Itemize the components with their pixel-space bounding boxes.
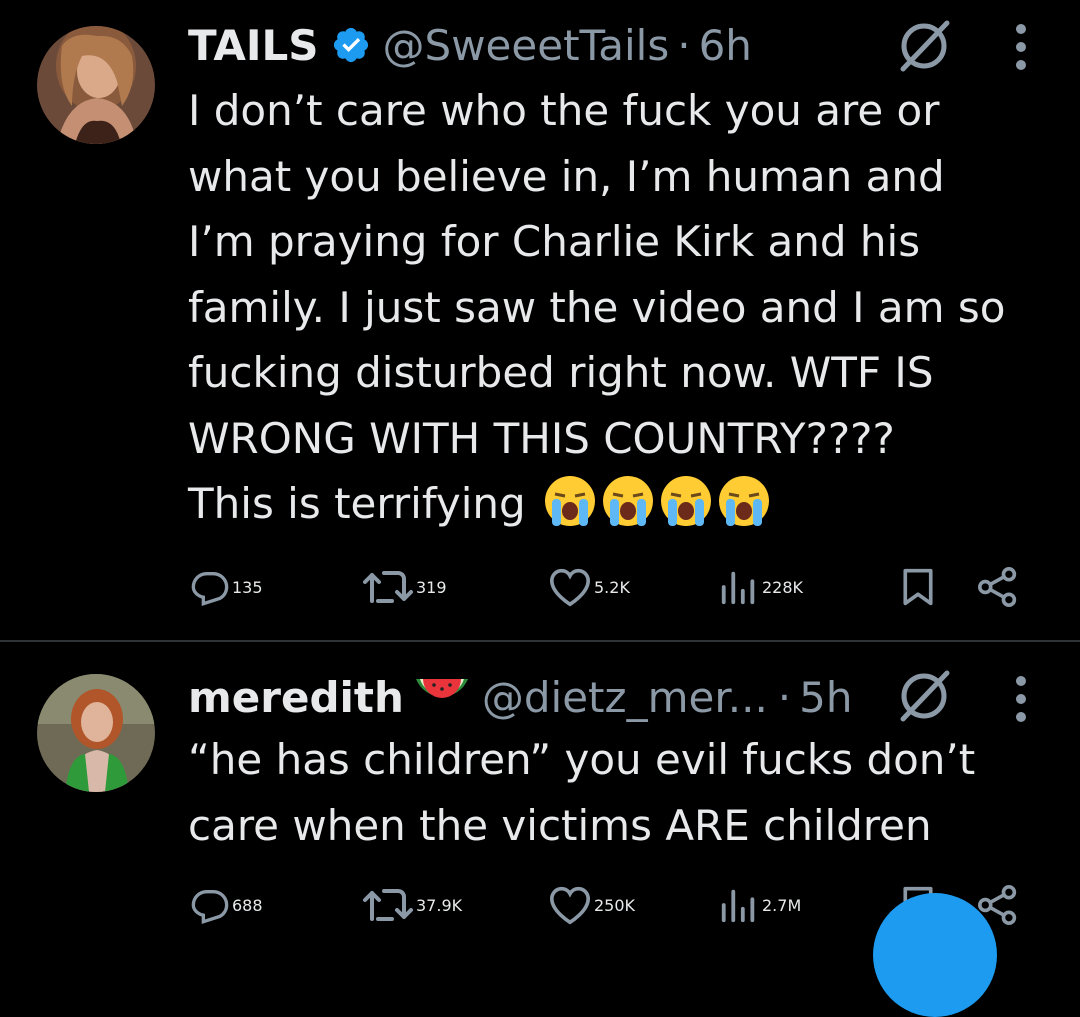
reply-button[interactable]: 688 [190,885,263,925]
reply-count: 135 [232,577,263,597]
watermelon-icon [414,675,470,719]
share-button[interactable] [976,567,1020,607]
tweet-text-line: care when the victims ARE children [188,800,932,850]
tweet-text-line: “he has children” you evil fucks don’t [188,735,976,784]
share-icon [978,567,1017,607]
tweet-1[interactable]: TAILS @SweeetTails · 6h I don’t care who… [0,0,1080,640]
reply-icon [191,572,229,606]
display-name[interactable]: meredith [188,673,404,722]
repost-icon [363,889,413,921]
crying-face-icon [717,474,771,528]
tweet-text-line: I don’t care who the fuck you are or [188,86,940,135]
compose-button[interactable] [873,893,997,1017]
views-button[interactable]: 228K [718,567,803,607]
avatar[interactable] [37,26,155,144]
tweet-header: meredith @dietz_mer... · 5h [188,672,853,722]
repost-button[interactable]: 319 [362,567,447,607]
separator-dot: · [777,672,792,722]
crying-face-icon [543,474,597,528]
views-count: 228K [762,577,804,597]
timestamp[interactable]: 5h [799,673,852,722]
reply-button[interactable]: 135 [190,567,263,607]
crying-face-icon [659,474,713,528]
tweet-text-line-last: This is terrifying [188,471,1005,537]
bookmark-button[interactable] [900,567,936,607]
like-icon [549,568,591,607]
tweet-text-line: what you believe in, I’m human and [188,151,945,201]
views-icon [721,889,755,923]
repost-count: 319 [416,577,447,597]
user-handle[interactable]: @dietz_mer... [482,673,768,722]
repost-button[interactable]: 37.9K [362,885,462,925]
tweet-header: TAILS @SweeetTails · 6h [188,20,752,70]
repost-icon [363,571,413,603]
reply-icon [191,890,229,924]
like-count: 250K [594,895,636,915]
separator-dot: · [677,20,691,70]
like-count: 5.2K [594,577,630,597]
more-icon[interactable] [1013,674,1029,724]
tweet-text: I don’t care who the fuck you are or wha… [188,78,1005,537]
display-name[interactable]: TAILS [188,21,319,70]
tweet-text-line: family. I just saw the video and I am so [188,282,1006,332]
views-icon [721,571,755,605]
like-button[interactable]: 250K [548,885,635,925]
like-button[interactable]: 5.2K [548,567,630,607]
avatar[interactable] [37,674,155,792]
tweet-text-line: I’m praying for Charlie Kirk and his [188,217,921,266]
timestamp[interactable]: 6h [699,21,752,70]
tweet-text-line: fucking disturbed right now. WTF IS [188,348,934,397]
verified-badge-icon[interactable] [331,25,371,65]
reply-count: 688 [232,895,263,915]
like-icon [549,886,591,925]
tweet-text: “he has children” you evil fucks don’t c… [188,727,975,858]
crying-face-icon [601,474,655,528]
more-icon[interactable] [1013,22,1029,72]
bookmark-icon [903,568,933,606]
grok-icon[interactable] [895,667,953,725]
user-handle[interactable]: @SweeetTails [383,21,670,70]
tweet-text-line: WRONG WITH THIS COUNTRY???? [188,413,895,463]
grok-icon[interactable] [895,17,953,75]
views-button[interactable]: 2.7M [718,885,801,925]
views-count: 2.7M [762,895,802,915]
tweet-2[interactable]: meredith @dietz_mer... · 5h “he has chil… [0,642,1080,937]
repost-count: 37.9K [416,895,463,915]
